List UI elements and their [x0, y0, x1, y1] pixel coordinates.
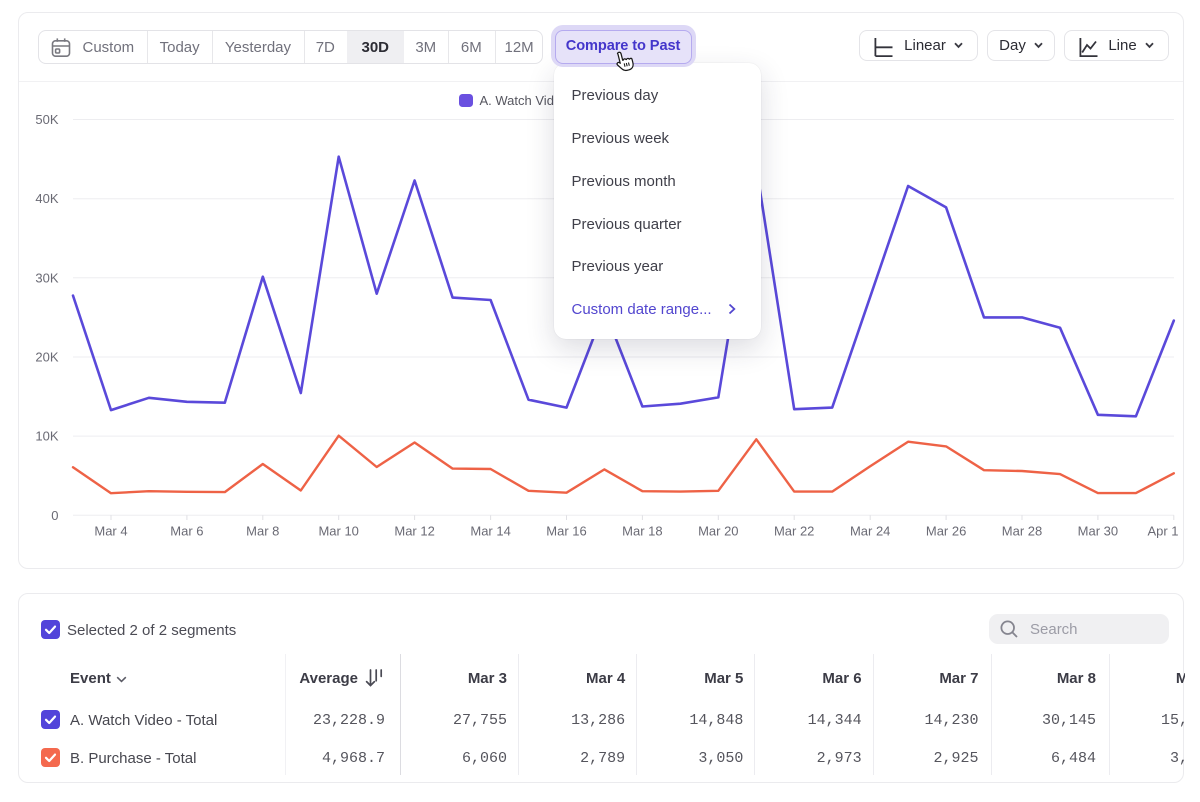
svg-text:Mar 8: Mar 8	[246, 524, 279, 539]
svg-text:40K: 40K	[35, 191, 58, 206]
svg-text:10K: 10K	[35, 429, 58, 444]
svg-text:Mar 6: Mar 6	[170, 524, 203, 539]
svg-text:Mar 10: Mar 10	[318, 524, 358, 539]
svg-text:Mar 24: Mar 24	[850, 524, 890, 539]
svg-text:Mar 30: Mar 30	[1078, 524, 1118, 539]
svg-text:Mar 12: Mar 12	[394, 524, 434, 539]
svg-text:50K: 50K	[35, 112, 58, 127]
svg-text:Mar 18: Mar 18	[622, 524, 662, 539]
svg-text:Mar 28: Mar 28	[1002, 524, 1042, 539]
svg-text:Mar 26: Mar 26	[926, 524, 966, 539]
svg-text:Mar 4: Mar 4	[94, 524, 127, 539]
svg-text:Mar 20: Mar 20	[698, 524, 738, 539]
svg-text:0: 0	[51, 508, 58, 523]
svg-text:Mar 14: Mar 14	[470, 524, 510, 539]
svg-text:20K: 20K	[35, 350, 58, 365]
svg-text:30K: 30K	[35, 270, 58, 285]
svg-text:Apr 1: Apr 1	[1147, 524, 1178, 539]
svg-text:Mar 16: Mar 16	[546, 524, 586, 539]
svg-text:Mar 22: Mar 22	[774, 524, 814, 539]
